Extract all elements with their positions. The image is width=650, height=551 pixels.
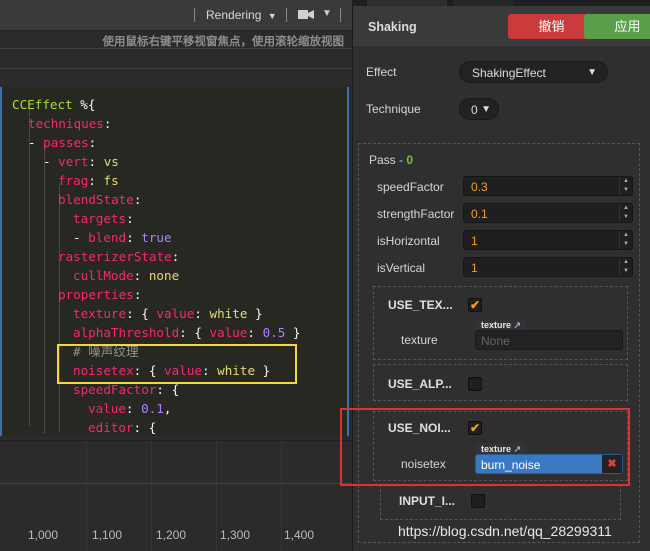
prop-label: isVertical <box>377 261 426 275</box>
camera-icon[interactable] <box>298 8 314 23</box>
toolbar-separator <box>340 8 341 22</box>
apply-button[interactable]: 应用 <box>584 14 650 39</box>
grid-line <box>0 68 352 69</box>
highlight-box <box>57 344 297 384</box>
tick-label: 1,200 <box>156 528 187 542</box>
effect-label: Effect <box>366 65 397 79</box>
stepper-icon[interactable]: ▲ ▼ <box>619 177 632 195</box>
code-line: properties: <box>58 287 142 302</box>
technique-label: Technique <box>366 102 421 116</box>
chevron-down-icon: ▼ <box>587 67 597 78</box>
chevron-down-icon: ▼ <box>481 104 491 115</box>
highlight-box <box>340 408 630 486</box>
code-line: blendState: <box>58 192 142 207</box>
revert-button[interactable]: 撤销 <box>508 14 595 39</box>
define-checkbox[interactable] <box>471 494 485 508</box>
technique-select[interactable]: 0 ▼ <box>459 98 499 120</box>
grid-line <box>216 441 217 551</box>
code-line: techniques: <box>28 116 112 131</box>
code-line: rasterizerState: <box>58 249 180 264</box>
code-line: - passes: <box>28 135 97 150</box>
prop-label: speedFactor <box>377 180 444 194</box>
grid-line <box>151 441 152 551</box>
stepper-icon[interactable]: ▲ ▼ <box>619 204 632 222</box>
indent-guide <box>29 106 30 426</box>
code-line: - blend: true <box>73 230 172 245</box>
indent-guide <box>59 182 60 432</box>
rendering-dropdown[interactable]: Rendering ▼ <box>206 8 277 22</box>
define-label: USE_ALP... <box>388 377 452 391</box>
chevron-down-icon[interactable]: ▼ <box>322 8 332 19</box>
code-line: - vert: vs <box>43 154 119 169</box>
code-line: alphaThreshold: { value: 0.5 } <box>73 325 301 340</box>
strength-factor-input[interactable]: 0.1 ▲ ▼ <box>463 203 633 223</box>
prop-label: strengthFactor <box>377 207 455 221</box>
effect-value: ShakingEffect <box>472 66 546 80</box>
watermark: https://blog.csdn.net/qq_28299311 <box>398 523 612 539</box>
prop-label: isHorizontal <box>377 234 440 248</box>
asset-title: Shaking <box>368 20 417 34</box>
technique-value: 0 <box>471 103 478 117</box>
define-label: INPUT_I... <box>399 494 456 508</box>
code-line: editor: { <box>88 420 157 435</box>
tick-label: 1,100 <box>92 528 123 542</box>
timeline-ruler: 1,000 1,100 1,200 1,300 1,400 <box>0 440 352 551</box>
external-link-icon: ↗ <box>513 320 522 330</box>
scene-panel: Rendering ▼ ▼ 使用鼠标右键平移视窗焦点，使用滚轮缩放视图 CCEf… <box>0 0 352 551</box>
code-line: value: 0.1, <box>88 401 172 416</box>
toolbar-separator <box>286 8 287 22</box>
stepper-icon[interactable]: ▲ ▼ <box>619 258 632 276</box>
indent-guide <box>44 144 45 434</box>
code-editor[interactable]: CCEffect %{ techniques: - passes: - vert… <box>0 87 349 436</box>
grid-line <box>0 48 352 49</box>
scene-toolbar: Rendering ▼ ▼ <box>0 0 352 31</box>
tick-label: 1,300 <box>220 528 251 542</box>
tick-label: 1,400 <box>284 528 315 542</box>
is-horizontal-input[interactable]: 1 ▲ ▼ <box>463 230 633 250</box>
is-vertical-input[interactable]: 1 ▲ ▼ <box>463 257 633 277</box>
define-label: USE_TEX... <box>388 298 453 312</box>
pass-index: 0 <box>406 153 414 167</box>
grid-line <box>86 441 87 551</box>
define-checkbox[interactable]: ✔ <box>468 298 482 312</box>
code-line: cullMode: none <box>73 268 180 283</box>
texture-asset-field[interactable]: None <box>475 330 623 350</box>
define-checkbox[interactable] <box>468 377 482 391</box>
speed-factor-input[interactable]: 0.3 ▲ ▼ <box>463 176 633 196</box>
origin-line <box>0 483 352 484</box>
code-line: texture: { value: white } <box>73 306 263 321</box>
tick-label: 1,000 <box>28 528 59 542</box>
scene-hint-text: 使用鼠标右键平移视窗焦点，使用滚轮缩放视图 <box>102 36 345 48</box>
pass-label: Pass - 0 <box>369 153 414 167</box>
asset-header: Shaking 撤销 应用 <box>353 6 650 46</box>
code-line: CCEffect %{ <box>12 97 96 112</box>
toolbar-separator <box>194 8 195 22</box>
code-line: frag: fs <box>58 173 119 188</box>
code-line: targets: <box>73 211 134 226</box>
effect-select[interactable]: ShakingEffect ▼ <box>459 61 608 83</box>
define-sub-label: texture <box>401 333 438 347</box>
chevron-down-icon: ▼ <box>267 11 277 21</box>
grid-line <box>281 441 282 551</box>
stepper-icon[interactable]: ▲ ▼ <box>619 231 632 249</box>
rendering-label: Rendering <box>206 8 262 22</box>
